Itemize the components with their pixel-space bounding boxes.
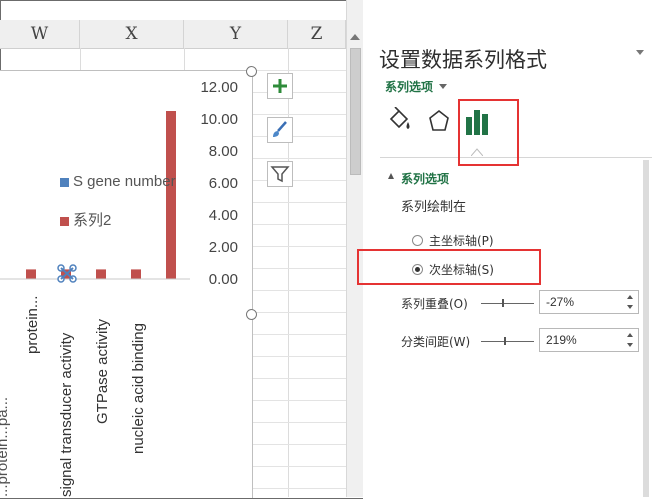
chart-styles-icon: [273, 121, 287, 137]
chart-plot[interactable]: 12.00 10.00 8.00 6.00 4.00 2.00 0.00: [0, 70, 252, 497]
pane-options-caret-icon[interactable]: [636, 50, 644, 55]
section-title[interactable]: 系列选项: [401, 170, 449, 187]
highlight-box-series-tab: [458, 99, 519, 166]
bar-2-3[interactable]: [96, 269, 106, 279]
gap-width-label: 分类间距(W): [401, 335, 471, 349]
axis-tick-label: 10.00: [200, 111, 238, 128]
chart-styles-button[interactable]: [267, 117, 293, 143]
axis-tick-label: 8.00: [209, 143, 238, 160]
legend-entry-series-2[interactable]: 系列2: [60, 209, 111, 230]
bar-2-5[interactable]: [166, 111, 176, 279]
spin-down-icon[interactable]: [627, 305, 633, 309]
axis-tick-label: 12.00: [200, 79, 238, 96]
axis-tick-label: 6.00: [209, 175, 238, 192]
legend-swatch: [60, 216, 69, 226]
format-data-series-pane: 设置数据系列格式 系列选项 系列选项 系列绘制在 主坐标轴(P) 次坐标轴(S)…: [357, 0, 652, 499]
pane-scrollbar[interactable]: [643, 160, 649, 497]
series-overlap-label: 系列重叠(O): [401, 297, 468, 311]
plot-series-on-label: 系列绘制在: [401, 200, 467, 215]
chart-resize-handle[interactable]: [246, 309, 257, 320]
gap-width-input[interactable]: 219%: [539, 328, 639, 352]
primary-axis-radio[interactable]: [412, 235, 423, 246]
pane-title: 设置数据系列格式: [379, 48, 547, 72]
series-overlap-input[interactable]: -27%: [539, 290, 639, 314]
series-overlap-slider[interactable]: [481, 303, 534, 304]
scroll-thumb[interactable]: [350, 48, 361, 175]
series-overlap-slider-thumb[interactable]: [502, 299, 504, 307]
category-label-truncated: ...protein...pa...: [0, 396, 11, 497]
chevron-down-icon[interactable]: [439, 84, 447, 89]
column-header-w[interactable]: W: [0, 20, 80, 48]
spin-down-icon[interactable]: [627, 343, 633, 347]
bar-2-4[interactable]: [131, 269, 141, 279]
fill-line-icon[interactable]: [385, 107, 413, 137]
spin-up-icon[interactable]: [627, 295, 633, 299]
legend-swatch: [60, 177, 69, 187]
primary-axis-label[interactable]: 主坐标轴(P): [429, 232, 494, 249]
category-label-2: signal transducer activity: [58, 332, 75, 497]
effects-icon[interactable]: [425, 107, 453, 137]
gap-width-slider[interactable]: [481, 341, 534, 342]
chart-resize-handle[interactable]: [246, 66, 257, 77]
grid-line: [288, 48, 289, 497]
category-label-1: protein...: [24, 295, 41, 354]
scroll-up-arrow-icon[interactable]: [350, 34, 360, 40]
legend-entry-s-gene-number[interactable]: S gene number: [60, 173, 176, 190]
axis-tick-label: 2.00: [209, 239, 238, 256]
category-label-3: GTPase activity: [94, 318, 111, 424]
legend-label: 系列2: [73, 212, 112, 229]
column-header-x[interactable]: X: [80, 20, 184, 48]
chart-elements-icon: [273, 79, 287, 93]
section-collapse-icon[interactable]: [388, 173, 394, 179]
bar-2-1[interactable]: [26, 269, 36, 279]
column-header-y[interactable]: Y: [184, 20, 288, 48]
axis-tick-label: 4.00: [209, 207, 238, 224]
series-overlap-value[interactable]: -27%: [546, 295, 574, 309]
category-label-4: nucleic acid binding: [130, 323, 147, 454]
chart-filters-button[interactable]: [267, 161, 293, 187]
chart-elements-button[interactable]: [267, 73, 293, 99]
spin-up-icon[interactable]: [627, 333, 633, 337]
chart-filters-icon: [270, 166, 290, 183]
legend-label: S gene number: [73, 173, 176, 190]
column-header-z[interactable]: Z: [288, 20, 346, 48]
selected-point-icon[interactable]: [55, 264, 79, 284]
gap-width-slider-thumb[interactable]: [504, 337, 506, 345]
highlight-box-secondary-axis: [357, 249, 541, 285]
axis-tick-label: 0.00: [209, 271, 238, 288]
gap-width-value[interactable]: 219%: [546, 333, 577, 347]
series-options-dropdown[interactable]: 系列选项: [385, 78, 433, 95]
